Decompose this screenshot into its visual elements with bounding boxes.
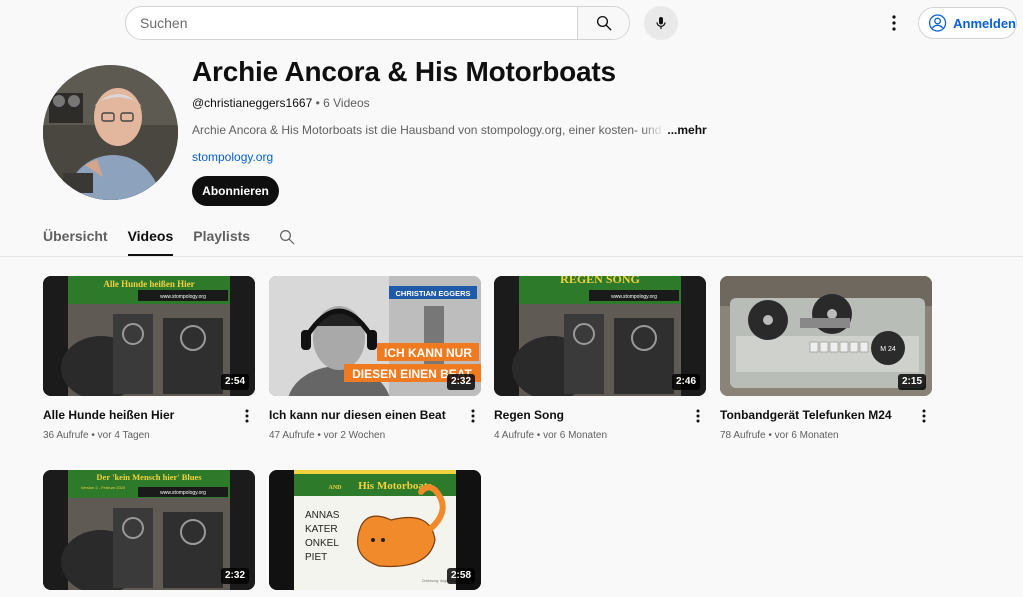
video-card[interactable]: CHRISTIAN EGGERS ICH KANN NUR DIESEN EIN… (269, 276, 481, 441)
video-card[interactable]: Alle Hunde heißen Hier www.stompology.or… (43, 276, 255, 441)
tab-search-icon (280, 230, 295, 245)
video-meta: 36 Aufrufe • vor 4 Tagen (43, 430, 150, 441)
kebab-menu-icon (471, 409, 475, 423)
video-views: 36 Aufrufe (43, 430, 89, 441)
video-card[interactable]: Der 'kein Mensch hier' Blues Version 2 -… (43, 470, 255, 590)
channel-meta: @christianeggers1667 • 6 Videos (192, 96, 370, 110)
video-count: 6 Videos (323, 96, 370, 110)
video-thumbnail[interactable]: Der 'kein Mensch hier' Blues Version 2 -… (43, 470, 255, 590)
video-views: 47 Aufrufe (269, 430, 315, 441)
description-fade: und (638, 123, 662, 137)
account-icon (928, 14, 947, 32)
video-meta: 4 Aufrufe • vor 6 Monaten (494, 430, 608, 441)
video-duration: 2:46 (671, 374, 700, 390)
thumb-and-text: AND (329, 485, 343, 491)
video-age: vor 2 Wochen (323, 430, 386, 441)
channel-description[interactable]: Archie Ancora & His Motorboats ist die H… (192, 123, 707, 137)
thumb-word-2: KATER (305, 524, 338, 535)
video-title[interactable]: Ich kann nur diesen einen Beat (269, 407, 446, 423)
signin-button[interactable]: Anmelden (918, 7, 1017, 39)
more-link[interactable]: ...mehr (667, 123, 706, 137)
search-icon (596, 15, 611, 31)
kebab-menu-icon (922, 409, 926, 423)
video-duration: 2:15 (897, 374, 926, 390)
thumb-site-text: www.stompology.org (611, 294, 657, 300)
channel-handle: @christianeggers1667 (192, 96, 313, 110)
mic-icon (656, 17, 666, 29)
video-duration: 2:58 (446, 568, 475, 584)
thumb-site-text: www.stompology.org (160, 490, 206, 496)
video-thumbnail[interactable]: M 24 2:15 (720, 276, 932, 396)
tab-search-button[interactable] (278, 228, 296, 251)
tabs-divider (0, 256, 1023, 257)
video-meta: 47 Aufrufe • vor 2 Wochen (269, 430, 386, 441)
video-duration: 2:32 (446, 374, 475, 390)
thumb-banner-text: REGEN SONG (560, 276, 640, 286)
thumb-word-4: PIET (305, 552, 327, 563)
thumb-banner-text: Der 'kein Mensch hier' Blues (96, 472, 202, 482)
thumb-subtitle-text: Version 2 - Februar 2024 (81, 485, 126, 490)
video-title[interactable]: Alle Hunde heißen Hier (43, 407, 174, 423)
video-menu-button[interactable] (242, 408, 252, 424)
video-thumbnail[interactable]: Alle Hunde heißen Hier www.stompology.or… (43, 276, 255, 396)
video-views: 78 Aufrufe (720, 430, 766, 441)
video-thumbnail[interactable]: REGEN SONG www.stompology.org 2:46 (494, 276, 706, 396)
thumb-site-text: www.stompology.org (160, 294, 206, 300)
channel-avatar (43, 65, 178, 200)
search-button[interactable] (577, 7, 629, 39)
kebab-menu-icon (892, 15, 896, 31)
channel-link[interactable]: stompology.org (192, 150, 273, 164)
video-menu-button[interactable] (919, 408, 929, 424)
thumb-word-3: ONKEL (305, 538, 339, 549)
search-input[interactable] (126, 7, 577, 39)
tab-overview[interactable]: Übersicht (43, 225, 108, 256)
video-thumbnail[interactable]: CHRISTIAN EGGERS ICH KANN NUR DIESEN EIN… (269, 276, 481, 396)
video-card[interactable]: REGEN SONG www.stompology.org 2:46 Regen… (494, 276, 706, 441)
description-text: Archie Ancora & His Motorboats ist die H… (192, 123, 639, 137)
video-menu-button[interactable] (693, 408, 703, 424)
video-age: vor 6 Monaten (774, 430, 839, 441)
thumb-line1-text: ICH KANN NUR (384, 346, 472, 360)
video-thumbnail[interactable]: AND His Motorboats ANNAS KATER ONKEL PIE… (269, 470, 481, 590)
meta-separator: • (312, 96, 324, 110)
video-title[interactable]: Tonbandgerät Telefunken M24 (720, 407, 892, 423)
signin-label: Anmelden (953, 15, 1016, 31)
video-card[interactable]: AND His Motorboats ANNAS KATER ONKEL PIE… (269, 470, 481, 590)
settings-menu-button[interactable] (884, 12, 904, 34)
thumb-banner-text: Alle Hunde heißen Hier (103, 279, 194, 289)
channel-tabs: Übersicht Videos Playlists (43, 225, 296, 257)
search-box[interactable] (125, 6, 630, 40)
video-age: vor 6 Monaten (543, 430, 608, 441)
kebab-menu-icon (245, 409, 249, 423)
voice-search-button[interactable] (644, 6, 678, 40)
video-card[interactable]: M 24 2:15 Tonbandgerät Telefunken M24 78… (720, 276, 932, 441)
thumb-badge-text: M 24 (880, 346, 896, 353)
video-meta: 78 Aufrufe • vor 6 Monaten (720, 430, 839, 441)
thumb-word-1: ANNAS (305, 510, 340, 521)
kebab-menu-icon (696, 409, 700, 423)
subscribe-button[interactable]: Abonnieren (192, 176, 279, 206)
channel-title: Archie Ancora & His Motorboats (192, 56, 616, 87)
video-views: 4 Aufrufe (494, 430, 535, 441)
video-title[interactable]: Regen Song (494, 407, 564, 423)
thumb-name-text: CHRISTIAN EGGERS (395, 289, 470, 298)
tab-videos[interactable]: Videos (127, 225, 173, 256)
video-duration: 2:32 (220, 568, 249, 584)
video-menu-button[interactable] (468, 408, 478, 424)
video-duration: 2:54 (220, 374, 249, 390)
tab-playlists[interactable]: Playlists (193, 225, 250, 256)
video-age: vor 4 Tagen (97, 430, 150, 441)
